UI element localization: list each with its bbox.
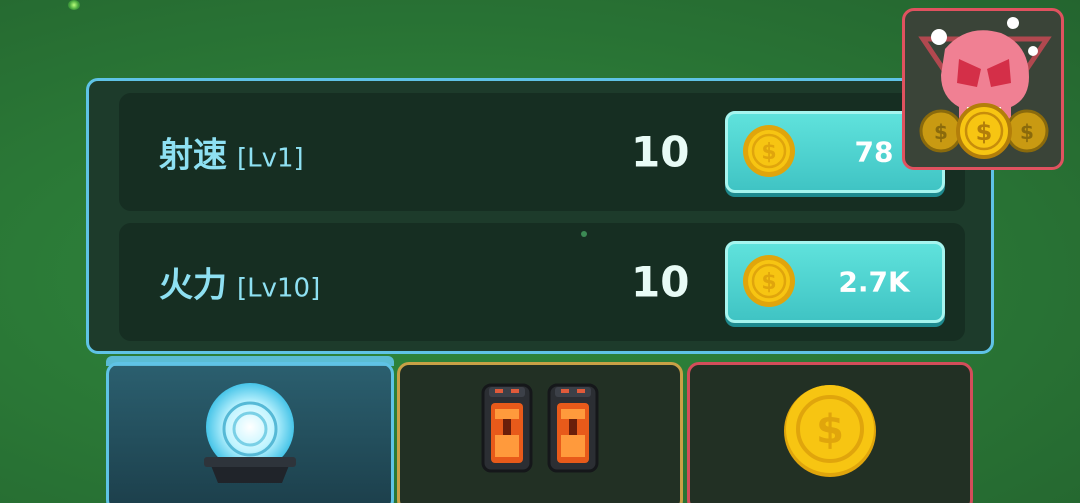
coin-icon: $: [784, 385, 876, 477]
upgrade-firepower-button[interactable]: $ 2.7K: [725, 241, 945, 323]
svg-text:$: $: [934, 120, 948, 144]
upgrade-panel: 射速 [Lv1] 10 $ 78 火力 [Lv10] 10 $ 2.7K: [86, 78, 994, 354]
svg-text:$: $: [816, 407, 844, 453]
tab-coin[interactable]: $: [687, 362, 973, 503]
svg-text:$: $: [976, 118, 993, 146]
tab-fuel[interactable]: [397, 362, 683, 503]
coin-stack-icon: $ $ $: [919, 103, 1049, 159]
upgrade-level: [Lv10]: [237, 273, 321, 304]
upgrade-name: 火力: [159, 265, 227, 306]
upgrade-value: 10: [631, 127, 690, 177]
upgrade-value: 10: [631, 257, 690, 307]
skull-icon: $ $ $: [918, 17, 1052, 159]
coin-icon: $: [743, 125, 795, 177]
upgrade-name: 射速: [159, 135, 227, 176]
coin-icon: $: [743, 255, 795, 307]
decorative-dot: [581, 231, 587, 237]
svg-text:$: $: [761, 270, 776, 295]
svg-text:$: $: [761, 140, 776, 165]
tab-weapon[interactable]: [106, 356, 394, 503]
svg-text:$: $: [1020, 120, 1034, 144]
upgrade-label: 射速 [Lv1]: [159, 128, 304, 177]
background-glow: [68, 0, 80, 10]
plasma-orb-icon: [204, 383, 296, 483]
upgrade-row-firepower: 火力 [Lv10] 10 $ 2.7K: [119, 223, 965, 341]
upgrade-row-fire-rate: 射速 [Lv1] 10 $ 78: [119, 93, 965, 211]
upgrade-level: [Lv1]: [237, 143, 304, 174]
upgrade-label: 火力 [Lv10]: [159, 258, 320, 307]
boss-badge[interactable]: $ $ $: [902, 8, 1064, 170]
upgrade-cost: 2.7K: [838, 265, 910, 299]
fuel-canister-icon: [481, 383, 599, 473]
